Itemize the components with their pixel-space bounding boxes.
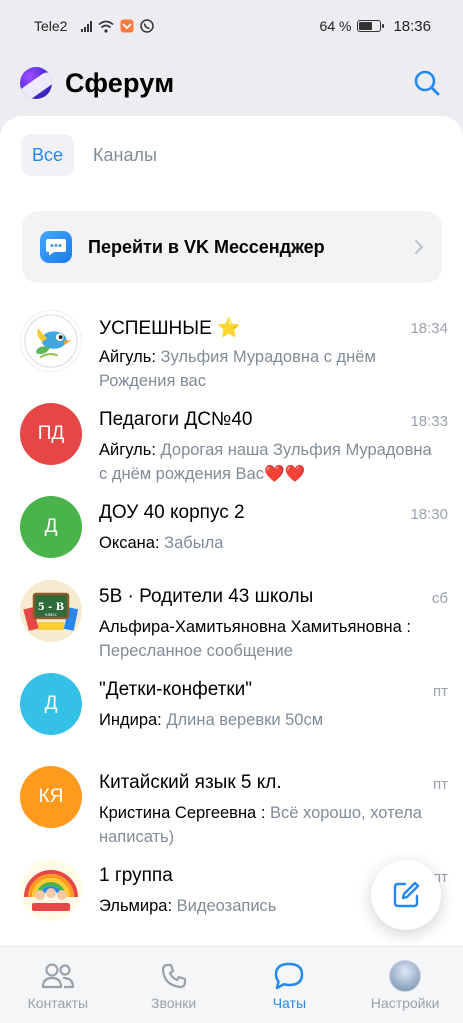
vk-messenger-banner[interactable]: Перейти в VK Мессенджер (22, 211, 442, 283)
chat-time: 18:33 (410, 413, 448, 430)
chat-preview: Кристина Сергеевна : Всё хорошо, хотела … (99, 801, 444, 849)
chat-sender: Эльмира: (99, 897, 177, 915)
chat-time: 18:34 (410, 320, 448, 337)
vk-messenger-icon (40, 231, 72, 263)
chat-title: "Детки-конфетки" (99, 679, 253, 700)
chats-sheet: Все Каналы Перейти в VK Мессенджер УСПЕШ… (0, 116, 463, 946)
profile-avatar (389, 959, 422, 992)
viber-icon (140, 19, 155, 33)
chat-title: Китайский язык 5 кл. (99, 772, 282, 793)
status-right: 64 % 18:36 (320, 18, 431, 35)
avatar-initials: Д (44, 693, 58, 714)
phone-icon (161, 963, 186, 988)
avatar-initials: КЯ (38, 786, 64, 807)
app-notification-icon (120, 19, 134, 33)
chat-preview: Альфира-Хамитьяновна Хамитьяновна : Пере… (99, 615, 444, 663)
chat-title: ДОУ 40 корпус 2 (99, 502, 245, 523)
app-title: Сферум (65, 67, 175, 98)
chat-icon (275, 962, 304, 989)
svg-text:класс: класс (45, 612, 57, 617)
bottom-navigation: Контакты Звонки Чаты Настройки (0, 946, 463, 1023)
chat-avatar-initials: Д (20, 496, 82, 558)
app-header: Сферум (0, 52, 463, 114)
wifi-icon (98, 20, 115, 33)
status-bar: Tele2 64 % 18:36 (0, 0, 463, 52)
chat-title: 1 группа (99, 865, 173, 886)
chat-sender: Айгуль: (99, 441, 161, 459)
nav-calls[interactable]: Звонки (116, 947, 232, 1023)
chat-time: сб (431, 590, 448, 607)
chat-filter-tabs: Все Каналы (21, 134, 168, 176)
chat-preview: Оксана: Забыла (99, 531, 444, 555)
chat-sender: Оксана: (99, 534, 165, 552)
chat-message: Забыла (164, 534, 224, 552)
avatar-initials: ПД (37, 423, 65, 444)
chat-item[interactable]: Д "Детки-конфетки" пт Индира: Длина вере… (0, 659, 463, 752)
chat-item[interactable]: УСПЕШНЫЕ ⭐ 18:34 Айгуль: Зульфия Мурадов… (0, 296, 463, 390)
chat-time: 18:30 (410, 506, 448, 523)
chat-preview: Айгуль: Зульфия Мурадовна с днём Рождени… (99, 345, 444, 393)
chat-item[interactable]: ПД Педагоги ДС№40 18:33 Айгуль: Дорогая … (0, 389, 463, 483)
chat-avatar-rainbow (20, 859, 82, 921)
compose-button[interactable] (371, 860, 441, 930)
tab-all[interactable]: Все (21, 134, 75, 176)
nav-contacts[interactable]: Контакты (0, 947, 116, 1023)
sferum-logo-icon (20, 67, 52, 99)
search-icon (414, 70, 440, 96)
tab-channels[interactable]: Каналы (82, 134, 168, 176)
compose-icon (393, 881, 420, 908)
chat-avatar-initials: ПД (20, 403, 82, 465)
chat-title: Педагоги ДС№40 (99, 409, 253, 430)
chat-message: Пересланное сообщение (99, 642, 293, 660)
avatar-initials: Д (44, 516, 58, 537)
chat-message: Длина веревки 50см (166, 711, 324, 729)
chat-time: пт (433, 683, 448, 700)
nav-label: Контакты (27, 994, 89, 1011)
status-left: Tele2 (34, 18, 155, 34)
battery-percent: 64 % (319, 18, 352, 34)
nav-settings[interactable]: Настройки (347, 947, 463, 1023)
vk-banner-label: Перейти в VK Мессенджер (88, 236, 325, 257)
chat-item[interactable]: Д ДОУ 40 корпус 2 18:30 Оксана: Забыла (0, 482, 463, 575)
chat-title: УСПЕШНЫЕ ⭐ (99, 318, 241, 339)
nav-label: Звонки (151, 994, 197, 1011)
chat-sender: Кристина Сергеевна : (99, 804, 270, 822)
nav-label: Настройки (370, 994, 440, 1011)
chat-avatar-initials: КЯ (20, 766, 82, 828)
chat-preview: Индира: Длина веревки 50см (99, 708, 444, 732)
chevron-right-icon (415, 240, 423, 254)
chat-sender: Альфира-Хамитьяновна Хамитьяновна : (99, 618, 411, 636)
chat-time: пт (433, 776, 448, 793)
chat-avatar-initials: Д (20, 673, 82, 735)
nav-chats[interactable]: Чаты (232, 947, 348, 1023)
clock: 18:36 (393, 17, 431, 35)
battery-icon (357, 20, 385, 32)
chat-item[interactable]: 5 - В класс 5В · Родители 43 школы сб Ал… (0, 566, 463, 660)
chat-message: Видеозапись (176, 897, 277, 915)
carrier-label: Tele2 (34, 18, 68, 34)
chat-avatar-chalkboard: 5 - В класс (20, 580, 82, 642)
chat-item[interactable]: КЯ Китайский язык 5 кл. пт Кристина Серг… (0, 752, 463, 846)
signal-icon (81, 20, 93, 32)
chat-sender: Индира: (99, 711, 167, 729)
chat-avatar-logo (20, 310, 82, 372)
chat-title: 5В · Родители 43 школы (99, 586, 314, 607)
contacts-icon (41, 962, 74, 988)
chat-sender: Айгуль: (99, 348, 161, 366)
nav-label: Чаты (272, 994, 307, 1011)
search-button[interactable] (411, 67, 443, 99)
chat-preview: Айгуль: Дорогая наша Зульфия Мурадовна с… (99, 438, 444, 486)
